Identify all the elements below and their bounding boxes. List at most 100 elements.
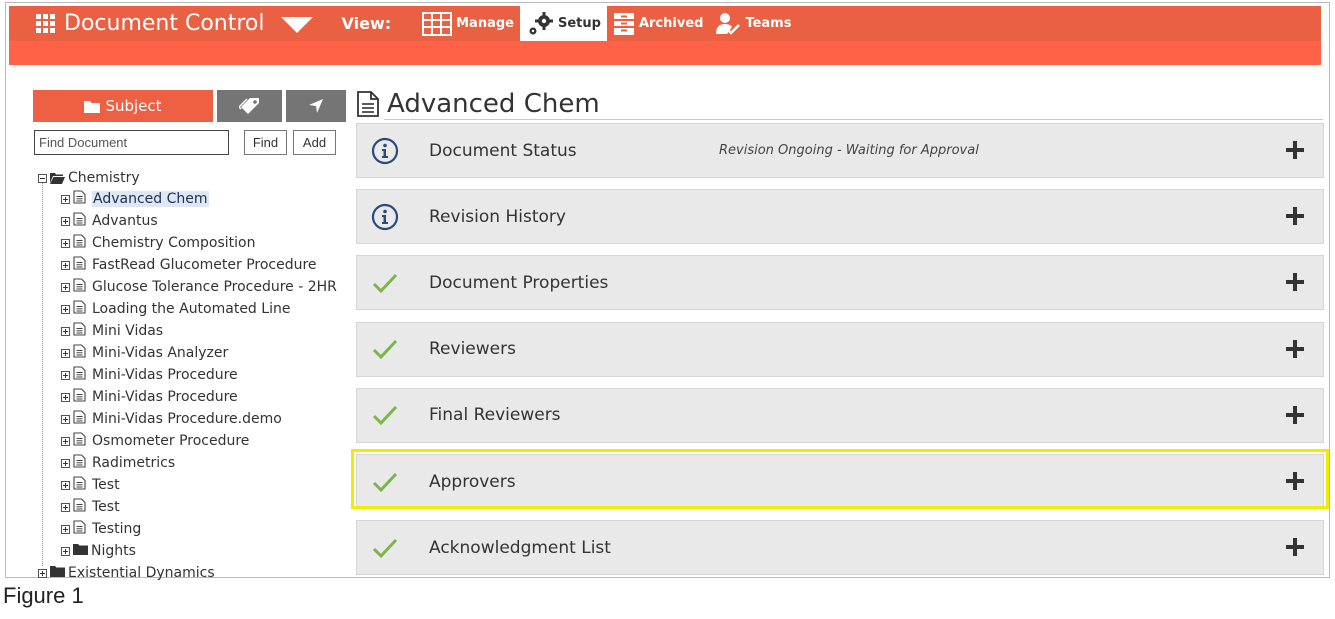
tree-document-item[interactable]: Mini-Vidas Analyzer xyxy=(61,343,228,363)
panel-label: Document Properties xyxy=(429,272,609,293)
expand-icon[interactable] xyxy=(61,370,70,380)
document-icon xyxy=(73,344,89,362)
tree-document-item[interactable]: Loading the Automated Line xyxy=(61,299,290,319)
expand-icon[interactable] xyxy=(61,546,70,556)
figure-caption: Figure 1 xyxy=(3,583,84,608)
view-setup-button[interactable]: Setup xyxy=(519,6,607,41)
tree-document-label: Mini Vidas xyxy=(92,323,164,339)
expand-plus-icon[interactable] xyxy=(1283,403,1307,427)
panel-label: Acknowledgment List xyxy=(429,537,611,558)
tree-document-item[interactable]: Testing xyxy=(61,519,141,539)
tree-document-label: Loading the Automated Line xyxy=(92,301,291,317)
tab-tags[interactable] xyxy=(217,90,282,122)
tree-document-item[interactable]: Chemistry Composition xyxy=(61,233,256,253)
expand-icon[interactable] xyxy=(61,348,70,358)
expand-icon[interactable] xyxy=(61,524,70,534)
tree-folder-nights[interactable]: Nights xyxy=(61,541,136,561)
view-archived-button[interactable]: Archived xyxy=(607,6,710,41)
expand-icon[interactable] xyxy=(61,238,70,248)
tree-document-item[interactable]: Mini-Vidas Procedure xyxy=(61,387,238,407)
find-document-input[interactable] xyxy=(34,130,229,155)
tab-location[interactable] xyxy=(286,90,346,122)
expand-plus-icon[interactable] xyxy=(1283,535,1307,559)
tree-folder-chemistry[interactable]: Chemistry xyxy=(38,168,140,188)
panel-document-status[interactable]: Document Status Revision Ongoing - Waitin… xyxy=(356,123,1324,178)
expand-icon[interactable] xyxy=(61,392,70,402)
tree-document-item[interactable]: Glucose Tolerance Procedure - 2HR xyxy=(61,277,337,297)
expand-icon[interactable] xyxy=(61,480,70,490)
expand-icon[interactable] xyxy=(61,304,70,314)
info-icon xyxy=(357,137,413,165)
expand-icon[interactable] xyxy=(38,568,47,578)
tree-document-item[interactable]: FastRead Glucometer Procedure xyxy=(61,255,317,275)
expand-icon[interactable] xyxy=(61,458,70,468)
tree-document-item[interactable]: Mini-Vidas Procedure xyxy=(61,365,238,385)
tree-document-item[interactable]: Radimetrics xyxy=(61,453,175,473)
tree-document-item[interactable]: Test xyxy=(61,497,120,517)
document-icon xyxy=(73,410,89,428)
document-icon xyxy=(73,322,89,340)
document-icon xyxy=(73,300,89,318)
tree-document-label: Chemistry Composition xyxy=(92,235,256,251)
panel-revision-history[interactable]: Revision History xyxy=(356,189,1324,245)
page-title: Advanced Chem xyxy=(387,89,600,119)
app-menu-button[interactable]: Document Control xyxy=(9,11,313,36)
expand-icon[interactable] xyxy=(61,216,70,226)
view-setup-label: Setup xyxy=(557,16,601,31)
tree-document-item[interactable]: Mini-Vidas Procedure.demo xyxy=(61,409,282,429)
tree-document-label: FastRead Glucometer Procedure xyxy=(92,257,317,273)
expand-plus-icon[interactable] xyxy=(1283,270,1307,294)
tree-document-item[interactable]: Advantus xyxy=(61,211,158,231)
panel-label: Reviewers xyxy=(429,339,516,360)
document-icon xyxy=(73,234,89,252)
table-icon xyxy=(422,11,453,36)
tree-document-item[interactable]: Advanced Chem xyxy=(61,189,209,209)
expand-icon[interactable] xyxy=(61,282,70,292)
expand-icon[interactable] xyxy=(61,326,70,336)
expand-icon[interactable] xyxy=(61,436,70,446)
title-divider xyxy=(384,119,1323,120)
user-check-icon xyxy=(716,12,741,35)
tree-document-label: Mini-Vidas Procedure xyxy=(92,389,238,405)
panel-status-text: Revision Ongoing - Waiting for Approval xyxy=(719,143,979,158)
tree-document-item[interactable]: Osmometer Procedure xyxy=(61,431,249,451)
caret-down-icon[interactable] xyxy=(280,16,313,33)
panel-document-properties[interactable]: Document Properties xyxy=(356,255,1324,311)
tree-document-label: Osmometer Procedure xyxy=(92,433,250,449)
panel-acknowledgment-list[interactable]: Acknowledgment List xyxy=(356,520,1324,576)
document-icon xyxy=(73,190,89,208)
folder-open-icon xyxy=(50,173,65,184)
tree-folder-existential-dynamics[interactable]: Existential Dynamics xyxy=(38,563,215,583)
expand-plus-icon[interactable] xyxy=(1283,138,1307,162)
expand-icon[interactable] xyxy=(61,414,70,424)
view-teams-button[interactable]: Teams xyxy=(709,6,797,41)
panel-final-reviewers[interactable]: Final Reviewers xyxy=(356,387,1324,443)
find-button[interactable]: Find xyxy=(244,130,287,155)
app-title: Document Control xyxy=(64,11,265,36)
expand-plus-icon[interactable] xyxy=(1283,337,1307,361)
expand-icon[interactable] xyxy=(61,260,70,270)
find-row: Find Add xyxy=(34,130,346,155)
folder-icon xyxy=(73,543,91,559)
panel-label: Revision History xyxy=(429,206,566,227)
panel-reviewers[interactable]: Reviewers xyxy=(356,321,1324,377)
expand-plus-icon[interactable] xyxy=(1283,204,1307,228)
info-icon xyxy=(357,203,413,231)
tab-subject[interactable]: Subject xyxy=(33,90,213,122)
add-button[interactable]: Add xyxy=(293,130,336,155)
view-manage-button[interactable]: Manage xyxy=(416,6,520,41)
collapse-icon[interactable] xyxy=(38,173,47,183)
document-icon xyxy=(73,432,89,450)
document-icon xyxy=(73,520,89,538)
top-nav: Document Control View: Manage Setup Arch… xyxy=(9,6,1321,41)
tree-document-label: Test xyxy=(92,499,120,515)
expand-icon[interactable] xyxy=(61,194,70,204)
tree-document-item[interactable]: Test xyxy=(61,475,120,495)
view-label: View: xyxy=(341,14,392,33)
tab-subject-label: Subject xyxy=(105,97,162,115)
tags-icon xyxy=(238,98,259,114)
tree-document-item[interactable]: Mini Vidas xyxy=(61,321,163,341)
document-icon xyxy=(73,388,89,406)
top-bar: Document Control View: Manage Setup Arch… xyxy=(9,6,1321,65)
expand-icon[interactable] xyxy=(61,502,70,512)
